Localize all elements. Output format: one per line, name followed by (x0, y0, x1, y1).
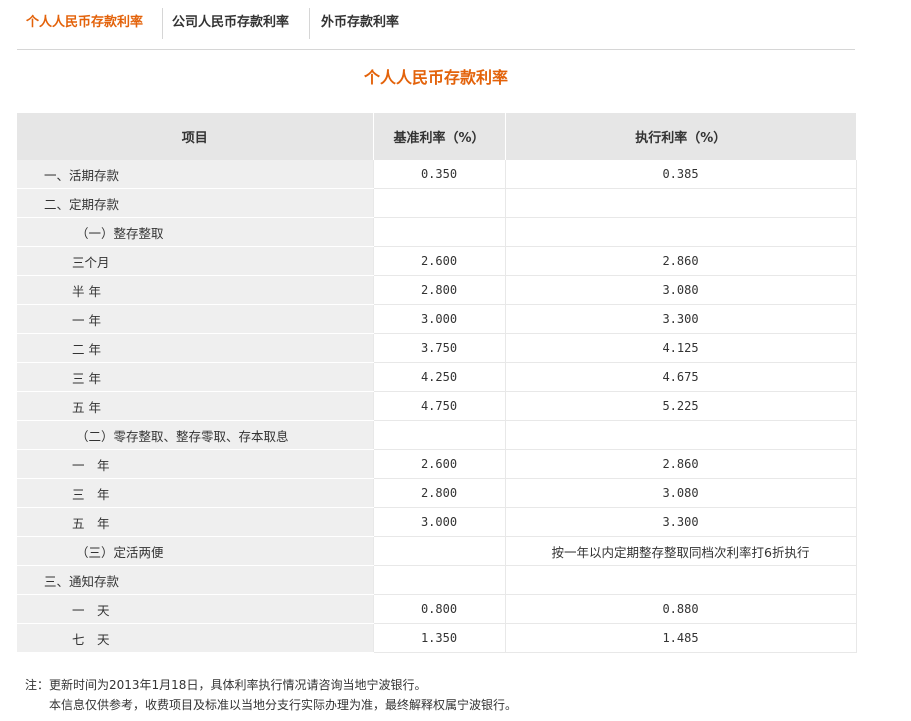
row-exec-rate: 1.485 (504, 623, 857, 653)
row-exec-rate: 0.880 (504, 594, 857, 624)
table-row: 七 天 1.350 1.485 (17, 623, 857, 653)
row-base-rate (372, 565, 505, 595)
column-header-item: 项目 (17, 113, 374, 160)
table-row: 二、定期存款 (17, 188, 857, 218)
row-item-label: （三）定活两便 (17, 536, 373, 566)
row-base-rate (372, 536, 505, 566)
tab-divider (162, 8, 163, 39)
tab-foreign-currency-deposit[interactable]: 外币存款利率 (321, 6, 399, 39)
row-item-label: 三 年 (17, 362, 373, 392)
table-row: 一、活期存款 0.350 0.385 (17, 160, 857, 189)
table-row: 一 年 3.000 3.300 (17, 304, 857, 334)
row-item-label: 半 年 (17, 275, 373, 305)
row-item-label: 一 天 (17, 594, 373, 624)
row-item-label: 七 天 (17, 623, 373, 653)
row-base-rate: 0.350 (372, 160, 505, 189)
tab-personal-rmb-deposit[interactable]: 个人人民币存款利率 (26, 6, 143, 39)
row-exec-rate: 0.385 (504, 160, 857, 189)
row-item-label: （二）零存整取、整存零取、存本取息 (17, 420, 373, 450)
row-base-rate: 3.750 (372, 333, 505, 363)
row-base-rate: 4.750 (372, 391, 505, 421)
row-base-rate: 0.800 (372, 594, 505, 624)
row-exec-rate (504, 188, 857, 218)
row-item-label: 三 年 (17, 478, 373, 508)
table-row: （一）整存整取 (17, 217, 857, 247)
table-body: 一、活期存款 0.350 0.385 二、定期存款 （一）整存整取 三个月 2.600 2.8… (17, 160, 857, 653)
row-exec-rate: 3.300 (504, 304, 857, 334)
row-item-label: 二 年 (17, 333, 373, 363)
row-item-label: 一 年 (17, 449, 373, 479)
footnote-update-time: 注：更新时间为2013年1月18日，具体利率执行情况请咨询当地宁波银行。 (25, 678, 427, 692)
table-row: 三个月 2.600 2.860 (17, 246, 857, 276)
row-base-rate: 4.250 (372, 362, 505, 392)
row-exec-rate: 2.860 (504, 449, 857, 479)
table-row: 五 年 4.750 5.225 (17, 391, 857, 421)
row-base-rate (372, 188, 505, 218)
row-exec-rate (504, 565, 857, 595)
row-exec-rate: 3.300 (504, 507, 857, 537)
table-header-row: 项目 基准利率（%） 执行利率（%） (17, 113, 856, 160)
tab-divider (309, 8, 310, 39)
row-exec-rate: 3.080 (504, 275, 857, 305)
tab-corporate-rmb-deposit[interactable]: 公司人民币存款利率 (172, 6, 289, 39)
row-base-rate: 2.800 (372, 478, 505, 508)
column-header-base-rate: 基准利率（%） (373, 113, 506, 160)
row-item-label: 三个月 (17, 246, 373, 276)
tab-bar: 个人人民币存款利率 公司人民币存款利率 外币存款利率 (17, 6, 855, 50)
table-row: 五 年 3.000 3.300 (17, 507, 857, 537)
row-exec-rate: 按一年以内定期整存整取同档次利率打6折执行 (504, 536, 857, 566)
table-row: 二 年 3.750 4.125 (17, 333, 857, 363)
table-row: 三 年 2.800 3.080 (17, 478, 857, 508)
row-exec-rate: 3.080 (504, 478, 857, 508)
row-exec-rate (504, 217, 857, 247)
row-base-rate: 2.600 (372, 246, 505, 276)
page-title: 个人人民币存款利率 (363, 68, 508, 87)
row-exec-rate (504, 420, 857, 450)
row-exec-rate: 4.125 (504, 333, 857, 363)
table-row: 一 年 2.600 2.860 (17, 449, 857, 479)
row-exec-rate: 4.675 (504, 362, 857, 392)
row-exec-rate: 5.225 (504, 391, 857, 421)
row-base-rate (372, 217, 505, 247)
table-row: 三 年 4.250 4.675 (17, 362, 857, 392)
row-exec-rate: 2.860 (504, 246, 857, 276)
row-base-rate: 3.000 (372, 507, 505, 537)
footnotes: 注：更新时间为2013年1月18日，具体利率执行情况请咨询当地宁波银行。 本信息… (25, 675, 517, 715)
row-item-label: 五 年 (17, 507, 373, 537)
row-base-rate: 2.800 (372, 275, 505, 305)
row-item-label: 五 年 (17, 391, 373, 421)
table-row: 一 天 0.800 0.880 (17, 594, 857, 624)
column-header-exec-rate: 执行利率（%） (505, 113, 856, 160)
row-item-label: 一 年 (17, 304, 373, 334)
row-item-label: 一、活期存款 (17, 160, 373, 189)
row-base-rate: 2.600 (372, 449, 505, 479)
row-base-rate (372, 420, 505, 450)
row-item-label: 三、通知存款 (17, 565, 373, 595)
row-item-label: 二、定期存款 (17, 188, 373, 218)
row-item-label: （一）整存整取 (17, 217, 373, 247)
table-row: （二）零存整取、整存零取、存本取息 (17, 420, 857, 450)
footnote-disclaimer: 本信息仅供参考，收费项目及标准以当地分支行实际办理为准，最终解释权属宁波银行。 (49, 698, 518, 712)
table-row: （三）定活两便 按一年以内定期整存整取同档次利率打6折执行 (17, 536, 857, 566)
table-row: 三、通知存款 (17, 565, 857, 595)
row-base-rate: 3.000 (372, 304, 505, 334)
rates-table: 项目 基准利率（%） 执行利率（%） 一、活期存款 0.350 0.385 二、定期存… (17, 113, 857, 653)
row-base-rate: 1.350 (372, 623, 505, 653)
table-row: 半 年 2.800 3.080 (17, 275, 857, 305)
